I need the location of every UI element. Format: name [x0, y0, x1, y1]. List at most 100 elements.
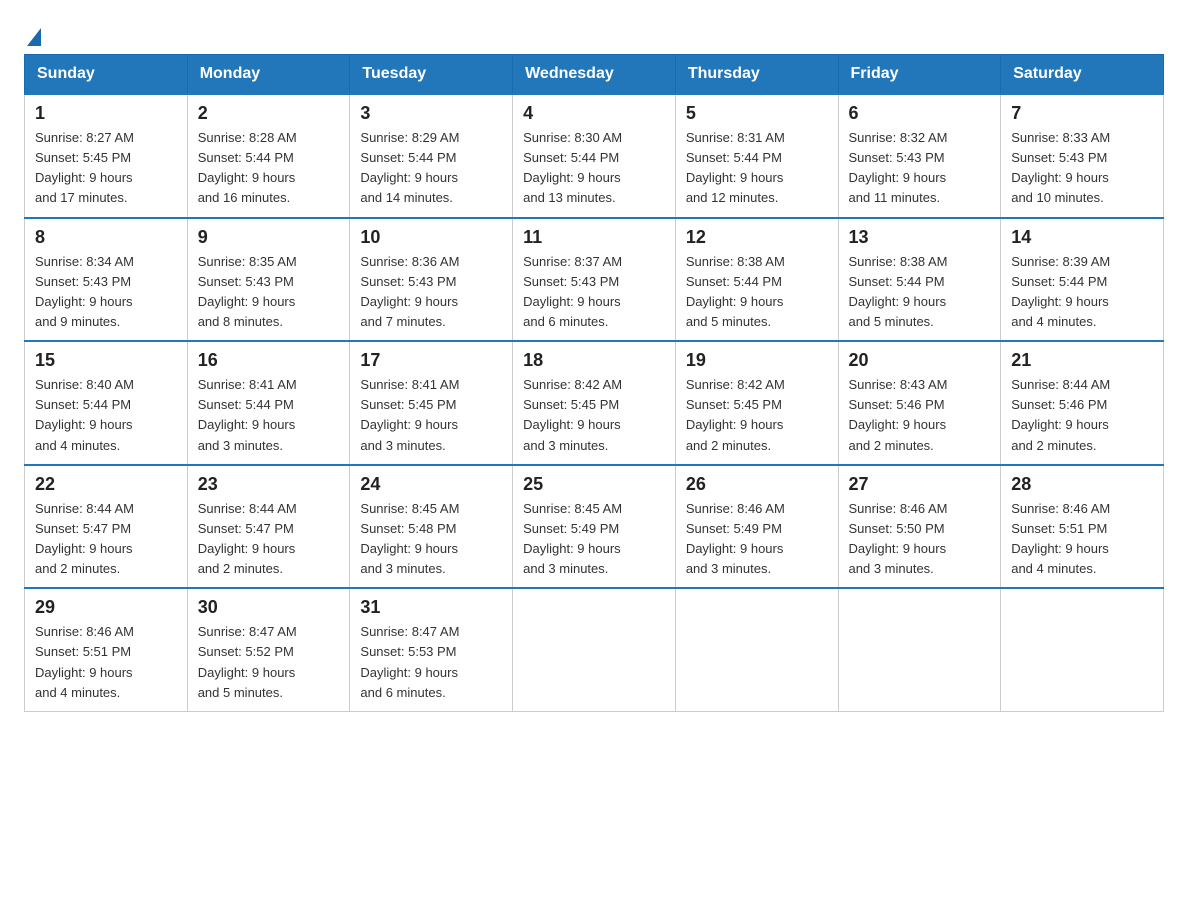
calendar-cell: 18 Sunrise: 8:42 AM Sunset: 5:45 PM Dayl… — [513, 341, 676, 465]
calendar-cell: 16 Sunrise: 8:41 AM Sunset: 5:44 PM Dayl… — [187, 341, 350, 465]
day-number: 30 — [198, 597, 340, 618]
day-number: 8 — [35, 227, 177, 248]
day-info: Sunrise: 8:27 AM Sunset: 5:45 PM Dayligh… — [35, 128, 177, 209]
calendar-cell: 20 Sunrise: 8:43 AM Sunset: 5:46 PM Dayl… — [838, 341, 1001, 465]
day-info: Sunrise: 8:31 AM Sunset: 5:44 PM Dayligh… — [686, 128, 828, 209]
day-info: Sunrise: 8:46 AM Sunset: 5:51 PM Dayligh… — [1011, 499, 1153, 580]
calendar-cell: 24 Sunrise: 8:45 AM Sunset: 5:48 PM Dayl… — [350, 465, 513, 589]
calendar-cell: 1 Sunrise: 8:27 AM Sunset: 5:45 PM Dayli… — [25, 94, 188, 218]
calendar-cell: 7 Sunrise: 8:33 AM Sunset: 5:43 PM Dayli… — [1001, 94, 1164, 218]
day-info: Sunrise: 8:41 AM Sunset: 5:45 PM Dayligh… — [360, 375, 502, 456]
day-info: Sunrise: 8:42 AM Sunset: 5:45 PM Dayligh… — [523, 375, 665, 456]
calendar-cell: 11 Sunrise: 8:37 AM Sunset: 5:43 PM Dayl… — [513, 218, 676, 342]
calendar-cell: 8 Sunrise: 8:34 AM Sunset: 5:43 PM Dayli… — [25, 218, 188, 342]
week-row-2: 8 Sunrise: 8:34 AM Sunset: 5:43 PM Dayli… — [25, 218, 1164, 342]
day-info: Sunrise: 8:33 AM Sunset: 5:43 PM Dayligh… — [1011, 128, 1153, 209]
calendar-cell: 12 Sunrise: 8:38 AM Sunset: 5:44 PM Dayl… — [675, 218, 838, 342]
calendar-table: SundayMondayTuesdayWednesdayThursdayFrid… — [24, 54, 1164, 712]
day-number: 29 — [35, 597, 177, 618]
day-number: 2 — [198, 103, 340, 124]
calendar-cell: 6 Sunrise: 8:32 AM Sunset: 5:43 PM Dayli… — [838, 94, 1001, 218]
day-info: Sunrise: 8:45 AM Sunset: 5:49 PM Dayligh… — [523, 499, 665, 580]
calendar-cell — [1001, 588, 1164, 711]
day-number: 4 — [523, 103, 665, 124]
day-number: 26 — [686, 474, 828, 495]
day-info: Sunrise: 8:38 AM Sunset: 5:44 PM Dayligh… — [849, 252, 991, 333]
logo — [24, 24, 41, 46]
day-info: Sunrise: 8:40 AM Sunset: 5:44 PM Dayligh… — [35, 375, 177, 456]
day-number: 14 — [1011, 227, 1153, 248]
day-number: 23 — [198, 474, 340, 495]
day-number: 25 — [523, 474, 665, 495]
day-info: Sunrise: 8:45 AM Sunset: 5:48 PM Dayligh… — [360, 499, 502, 580]
day-number: 17 — [360, 350, 502, 371]
calendar-cell: 25 Sunrise: 8:45 AM Sunset: 5:49 PM Dayl… — [513, 465, 676, 589]
day-number: 31 — [360, 597, 502, 618]
day-number: 28 — [1011, 474, 1153, 495]
calendar-cell: 19 Sunrise: 8:42 AM Sunset: 5:45 PM Dayl… — [675, 341, 838, 465]
day-info: Sunrise: 8:47 AM Sunset: 5:53 PM Dayligh… — [360, 622, 502, 703]
calendar-cell: 23 Sunrise: 8:44 AM Sunset: 5:47 PM Dayl… — [187, 465, 350, 589]
calendar-cell: 13 Sunrise: 8:38 AM Sunset: 5:44 PM Dayl… — [838, 218, 1001, 342]
day-info: Sunrise: 8:44 AM Sunset: 5:47 PM Dayligh… — [35, 499, 177, 580]
day-info: Sunrise: 8:37 AM Sunset: 5:43 PM Dayligh… — [523, 252, 665, 333]
week-row-3: 15 Sunrise: 8:40 AM Sunset: 5:44 PM Dayl… — [25, 341, 1164, 465]
day-number: 1 — [35, 103, 177, 124]
day-info: Sunrise: 8:43 AM Sunset: 5:46 PM Dayligh… — [849, 375, 991, 456]
calendar-cell: 5 Sunrise: 8:31 AM Sunset: 5:44 PM Dayli… — [675, 94, 838, 218]
calendar-cell: 28 Sunrise: 8:46 AM Sunset: 5:51 PM Dayl… — [1001, 465, 1164, 589]
page-header — [24, 24, 1164, 46]
day-info: Sunrise: 8:34 AM Sunset: 5:43 PM Dayligh… — [35, 252, 177, 333]
day-number: 19 — [686, 350, 828, 371]
calendar-cell: 17 Sunrise: 8:41 AM Sunset: 5:45 PM Dayl… — [350, 341, 513, 465]
day-number: 3 — [360, 103, 502, 124]
calendar-cell: 29 Sunrise: 8:46 AM Sunset: 5:51 PM Dayl… — [25, 588, 188, 711]
col-header-saturday: Saturday — [1001, 55, 1164, 95]
col-header-monday: Monday — [187, 55, 350, 95]
calendar-cell — [513, 588, 676, 711]
col-header-thursday: Thursday — [675, 55, 838, 95]
logo-triangle-icon — [27, 28, 41, 46]
calendar-cell: 30 Sunrise: 8:47 AM Sunset: 5:52 PM Dayl… — [187, 588, 350, 711]
calendar-cell: 27 Sunrise: 8:46 AM Sunset: 5:50 PM Dayl… — [838, 465, 1001, 589]
calendar-cell: 14 Sunrise: 8:39 AM Sunset: 5:44 PM Dayl… — [1001, 218, 1164, 342]
day-info: Sunrise: 8:30 AM Sunset: 5:44 PM Dayligh… — [523, 128, 665, 209]
calendar-header-row: SundayMondayTuesdayWednesdayThursdayFrid… — [25, 55, 1164, 95]
col-header-wednesday: Wednesday — [513, 55, 676, 95]
calendar-cell — [838, 588, 1001, 711]
col-header-tuesday: Tuesday — [350, 55, 513, 95]
calendar-cell: 2 Sunrise: 8:28 AM Sunset: 5:44 PM Dayli… — [187, 94, 350, 218]
day-info: Sunrise: 8:42 AM Sunset: 5:45 PM Dayligh… — [686, 375, 828, 456]
day-number: 18 — [523, 350, 665, 371]
week-row-5: 29 Sunrise: 8:46 AM Sunset: 5:51 PM Dayl… — [25, 588, 1164, 711]
day-number: 27 — [849, 474, 991, 495]
calendar-cell: 9 Sunrise: 8:35 AM Sunset: 5:43 PM Dayli… — [187, 218, 350, 342]
day-number: 16 — [198, 350, 340, 371]
col-header-sunday: Sunday — [25, 55, 188, 95]
day-number: 13 — [849, 227, 991, 248]
day-info: Sunrise: 8:38 AM Sunset: 5:44 PM Dayligh… — [686, 252, 828, 333]
col-header-friday: Friday — [838, 55, 1001, 95]
day-info: Sunrise: 8:32 AM Sunset: 5:43 PM Dayligh… — [849, 128, 991, 209]
day-info: Sunrise: 8:46 AM Sunset: 5:50 PM Dayligh… — [849, 499, 991, 580]
calendar-cell: 3 Sunrise: 8:29 AM Sunset: 5:44 PM Dayli… — [350, 94, 513, 218]
day-info: Sunrise: 8:29 AM Sunset: 5:44 PM Dayligh… — [360, 128, 502, 209]
day-info: Sunrise: 8:47 AM Sunset: 5:52 PM Dayligh… — [198, 622, 340, 703]
day-info: Sunrise: 8:46 AM Sunset: 5:51 PM Dayligh… — [35, 622, 177, 703]
day-info: Sunrise: 8:35 AM Sunset: 5:43 PM Dayligh… — [198, 252, 340, 333]
day-number: 6 — [849, 103, 991, 124]
calendar-cell: 22 Sunrise: 8:44 AM Sunset: 5:47 PM Dayl… — [25, 465, 188, 589]
day-info: Sunrise: 8:44 AM Sunset: 5:47 PM Dayligh… — [198, 499, 340, 580]
day-number: 7 — [1011, 103, 1153, 124]
week-row-1: 1 Sunrise: 8:27 AM Sunset: 5:45 PM Dayli… — [25, 94, 1164, 218]
day-number: 9 — [198, 227, 340, 248]
day-info: Sunrise: 8:46 AM Sunset: 5:49 PM Dayligh… — [686, 499, 828, 580]
day-number: 22 — [35, 474, 177, 495]
day-number: 12 — [686, 227, 828, 248]
day-info: Sunrise: 8:44 AM Sunset: 5:46 PM Dayligh… — [1011, 375, 1153, 456]
day-number: 10 — [360, 227, 502, 248]
day-number: 11 — [523, 227, 665, 248]
day-info: Sunrise: 8:28 AM Sunset: 5:44 PM Dayligh… — [198, 128, 340, 209]
day-number: 15 — [35, 350, 177, 371]
calendar-cell — [675, 588, 838, 711]
